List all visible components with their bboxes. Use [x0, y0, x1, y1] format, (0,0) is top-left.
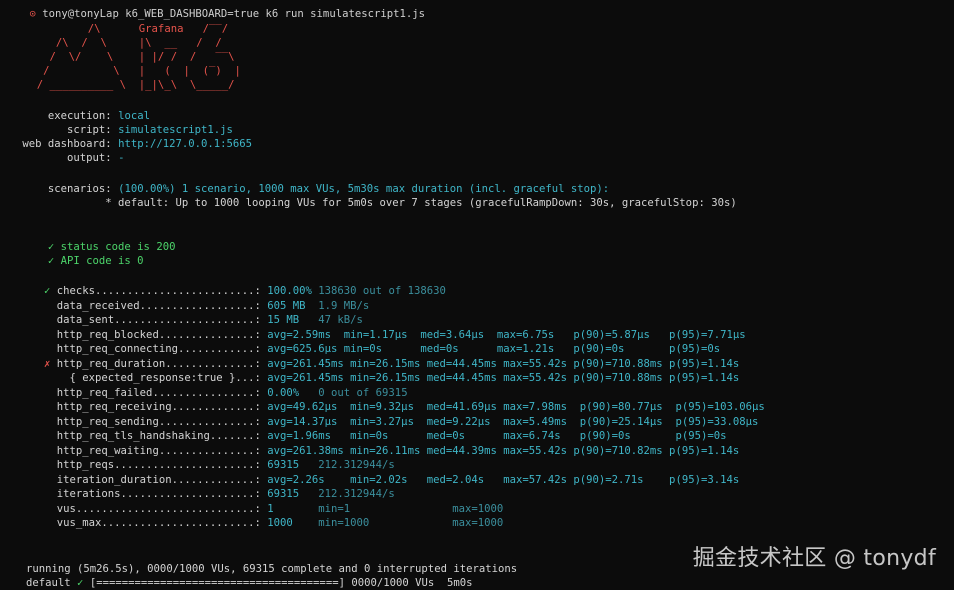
config-label: web dashboard:: [16, 138, 112, 150]
scenarios-label: scenarios:: [16, 183, 112, 195]
metric-value: 47 kB/s: [299, 314, 363, 326]
metric-row: vus............................: 1 min=1…: [44, 502, 503, 516]
metric-value: 212.312944/s: [299, 488, 395, 500]
metric-value: avg=261.45ms min=26.15ms med=44.45ms max…: [267, 357, 740, 370]
scenario-name: default: [26, 577, 71, 589]
prompt-user: tony@tonyLap: [42, 8, 119, 20]
config-label: execution:: [16, 110, 112, 122]
metric-name: data_received..................:: [50, 299, 268, 312]
metric-value: 69315: [267, 459, 300, 471]
config-output: output: -: [16, 151, 124, 165]
metric-row: data_sent......................: 15 MB 4…: [44, 313, 363, 327]
metric-name: http_req_failed................:: [50, 386, 268, 399]
terminal-window[interactable]: ⊙ tony@tonyLap k6_WEB_DASHBOARD=true k6 …: [0, 0, 954, 590]
metric-row: { expected_response:true }...: avg=261.4…: [44, 371, 740, 385]
metric-name: vus_max........................:: [50, 517, 268, 529]
metric-name: { expected_response:true }...:: [50, 372, 268, 384]
config-web-dashboard: web dashboard: http://127.0.0.1:5665: [16, 137, 252, 151]
scenarios-value: (100.00%) 1 scenario, 1000 max VUs, 5m30…: [118, 183, 610, 195]
scenarios-detail: * default: Up to 1000 looping VUs for 5m…: [16, 197, 737, 209]
default-progress-line: default ✓ [=============================…: [26, 576, 473, 590]
metric-value: 138630 out of 138630: [311, 285, 446, 297]
metric-value: 1.9 MB/s: [305, 299, 370, 312]
metric-value: avg=1.96ms min=0s med=0s max=6.74s p(90)…: [267, 430, 727, 442]
metric-row: ✗ http_req_duration..............: avg=2…: [44, 357, 739, 371]
metric-name: http_req_blocked...............:: [50, 328, 268, 341]
config-label: script:: [16, 124, 112, 136]
config-label: output:: [16, 152, 112, 164]
metric-row: http_reqs......................: 69315 2…: [44, 458, 395, 472]
metric-value: min=1000 max=1000: [292, 517, 504, 529]
metric-name: iterations.....................:: [50, 488, 268, 500]
progress-bar: [======================================]…: [89, 577, 473, 589]
prompt-command: k6_WEB_DASHBOARD=true k6 run simulatescr…: [125, 8, 425, 20]
metric-value: avg=261.38ms min=26.11ms med=44.39ms max…: [267, 444, 740, 457]
metric-value: avg=625.6µs min=0s med=0s max=1.21s p(90…: [267, 343, 721, 355]
metric-value: 69315: [267, 488, 300, 500]
metric-value: 0 out of 69315: [299, 386, 408, 399]
metric-row: http_req_tls_handshaking.......: avg=1.9…: [44, 429, 727, 443]
metric-name: vus............................:: [50, 502, 268, 515]
metric-value: 1000: [267, 517, 293, 529]
metric-value: 0.00%: [267, 386, 300, 399]
config-value: simulatescript1.js: [118, 124, 233, 136]
metric-row: iteration_duration.............: avg=2.2…: [44, 473, 739, 487]
logo-line: / \/ \ | |/ / / ‾‾\: [24, 51, 235, 63]
running-status: running (5m26.5s), 0000/1000 VUs, 69315 …: [26, 563, 518, 575]
prompt-status-icon: ⊙: [29, 8, 43, 20]
metric-value: min=1 max=1000: [273, 502, 504, 515]
metric-name: http_req_waiting...............:: [50, 444, 268, 457]
metric-row: http_req_failed................: 0.00% 0…: [44, 386, 408, 400]
check-icon: ✓: [77, 577, 84, 589]
metric-row: data_received..................: 605 MB …: [44, 299, 370, 313]
metric-value: avg=261.45ms min=26.15ms med=44.45ms max…: [267, 372, 740, 384]
metric-row: ✓ checks.........................: 100.0…: [44, 284, 446, 298]
metric-value: avg=14.37µs min=3.27µs med=9.22µs max=5.…: [267, 415, 759, 428]
config-execution: execution: local: [16, 109, 150, 123]
metric-row: http_req_waiting...............: avg=261…: [44, 444, 739, 458]
metric-value: 100.00%: [267, 285, 312, 297]
dashboard-link[interactable]: http://127.0.0.1:5665: [118, 138, 252, 150]
config-value: local: [118, 110, 150, 122]
metric-name: data_sent......................:: [50, 314, 268, 326]
logo-line: /\ / \ |\ __ / /: [24, 37, 222, 49]
config-script: script: simulatescript1.js: [16, 123, 233, 137]
metric-name: iteration_duration.............:: [50, 473, 268, 486]
metric-value: avg=2.26s min=2.02s med=2.04s max=57.42s…: [267, 473, 740, 486]
metric-name: http_reqs......................:: [50, 459, 268, 471]
metric-value: 15 MB: [267, 314, 300, 326]
metric-value: 212.312944/s: [299, 459, 395, 471]
metric-row: http_req_sending...............: avg=14.…: [44, 415, 759, 429]
metric-value: 605 MB: [267, 299, 306, 312]
watermark: 掘金技术社区 @ tonydf: [692, 546, 936, 571]
metric-name: http_req_duration..............:: [50, 357, 268, 370]
check-api-code: ✓ API code is 0: [16, 255, 144, 267]
metric-row: http_req_connecting............: avg=625…: [44, 342, 720, 356]
metric-row: iterations.....................: 69315 2…: [44, 487, 395, 501]
logo-line: / \ | ( | (‾) |: [24, 65, 241, 77]
logo-line: /\ Grafana /‾‾/: [24, 23, 229, 35]
metric-name: checks.........................:: [50, 285, 268, 297]
check-status-code: ✓ status code is 200: [16, 241, 176, 253]
config-value: -: [118, 152, 125, 164]
scenarios-line: scenarios: (100.00%) 1 scenario, 1000 ma…: [16, 182, 609, 196]
metric-row: http_req_blocked...............: avg=2.5…: [44, 328, 746, 342]
metric-value: avg=49.62µs min=9.32µs med=41.69µs max=7…: [267, 401, 765, 413]
metric-name: http_req_receiving.............:: [50, 401, 268, 413]
logo-line: / __________ \ |_|\_\ \_____/: [24, 79, 235, 91]
metric-name: http_req_sending...............:: [50, 415, 268, 428]
metric-name: http_req_connecting............:: [50, 343, 268, 355]
metric-row: http_req_receiving.............: avg=49.…: [44, 400, 765, 414]
metric-row: vus_max........................: 1000 mi…: [44, 516, 503, 530]
metric-value: avg=2.59ms min=1.17µs med=3.64µs max=6.7…: [267, 328, 746, 341]
metric-name: http_req_tls_handshaking.......:: [50, 430, 268, 442]
